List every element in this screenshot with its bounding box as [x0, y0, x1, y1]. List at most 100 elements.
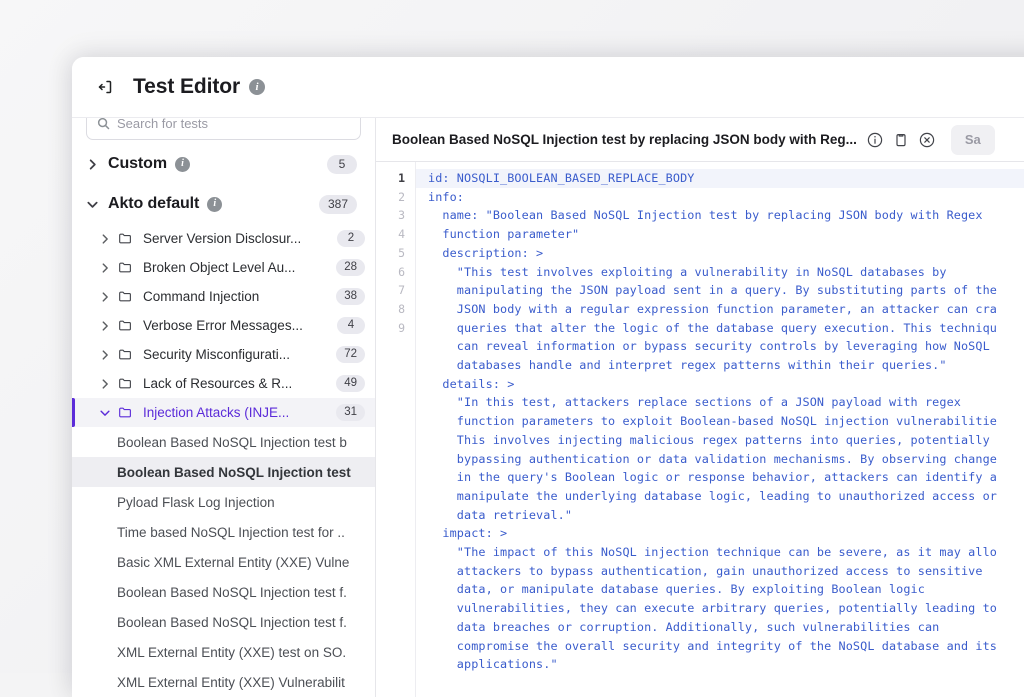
folder-icon: [118, 376, 134, 392]
sidebar-folder-label: Security Misconfigurati...: [143, 347, 290, 362]
code-line: data, or manipulate database queries. By…: [416, 580, 1024, 599]
sidebar-folder-count: 2: [337, 230, 365, 247]
exit-icon[interactable]: [94, 76, 116, 98]
code-line: id: NOSQLI_BOOLEAN_BASED_REPLACE_BODY: [416, 169, 1024, 188]
close-circle-icon[interactable]: [919, 131, 936, 148]
info-icon[interactable]: i: [175, 157, 190, 172]
sidebar-folder-count: 31: [336, 404, 365, 421]
sidebar-test-row[interactable]: Boolean Based NoSQL Injection test b: [72, 427, 375, 457]
save-button[interactable]: Sa: [951, 125, 995, 155]
line-number: 9: [376, 319, 405, 338]
folder-icon: [118, 231, 134, 247]
sidebar-folder-count: 49: [336, 375, 365, 392]
chevron-right-icon: [84, 156, 100, 172]
info-icon[interactable]: i: [207, 197, 222, 212]
code-line: function parameter": [416, 225, 1024, 244]
editor-line-numbers: 123456789: [376, 162, 416, 697]
sidebar-test-label: XML External Entity (XXE) test on SO.: [117, 645, 346, 660]
chevron-right-icon: [98, 319, 112, 333]
line-number: 2: [376, 188, 405, 207]
line-number: 5: [376, 244, 405, 263]
sidebar-folder-label: Command Injection: [143, 289, 259, 304]
sidebar-folder-label: Verbose Error Messages...: [143, 318, 303, 333]
sidebar-group-count: 5: [327, 155, 357, 174]
sidebar-group-custom[interactable]: Custom i 5: [72, 144, 375, 184]
code-line: info:: [416, 188, 1024, 207]
sidebar-folder-label: Server Version Disclosur...: [143, 231, 301, 246]
sidebar-test-row[interactable]: XML External Entity (XXE) Vulnerabilit: [72, 667, 375, 697]
code-line: impact: >: [416, 524, 1024, 543]
search-input[interactable]: Search for tests: [86, 118, 361, 140]
chevron-right-icon: [98, 290, 112, 304]
code-line: compromise the overall security and inte…: [416, 637, 1024, 656]
line-number: 3: [376, 206, 405, 225]
code-line: queries that alter the logic of the data…: [416, 319, 1024, 338]
search-icon: [97, 118, 110, 130]
sidebar-test-row[interactable]: Time based NoSQL Injection test for ..: [72, 517, 375, 547]
line-number: 8: [376, 300, 405, 319]
sidebar-test-label: Boolean Based NoSQL Injection test: [117, 465, 351, 480]
sidebar-folder-row[interactable]: Command Injection38: [72, 282, 375, 311]
sidebar-group-label: Akto default: [108, 195, 199, 213]
line-number: 1: [376, 169, 405, 188]
code-line: vulnerabilities, they can execute arbitr…: [416, 599, 1024, 618]
sidebar-folder-row[interactable]: Verbose Error Messages...4: [72, 311, 375, 340]
sidebar-test-row[interactable]: XML External Entity (XXE) test on SO.: [72, 637, 375, 667]
code-line: details: >: [416, 375, 1024, 394]
editor-code-content[interactable]: id: NOSQLI_BOOLEAN_BASED_REPLACE_BODYinf…: [416, 162, 1024, 697]
editor-header: Boolean Based NoSQL Injection test by re…: [376, 118, 1024, 162]
code-line: in the query's Boolean logic or response…: [416, 468, 1024, 487]
sidebar-test-list: Boolean Based NoSQL Injection test b Bool…: [72, 427, 375, 697]
folder-icon: [118, 318, 134, 334]
line-number: 4: [376, 225, 405, 244]
test-editor-modal: Test Editor i Search for tests: [72, 57, 1024, 697]
modal-titlebar: Test Editor i: [72, 57, 1024, 118]
sidebar-scroll-region[interactable]: Search for tests Custom i 5: [72, 118, 375, 697]
tests-sidebar: Search for tests Custom i 5: [72, 118, 376, 697]
code-line: can reveal information or bypass securit…: [416, 337, 1024, 356]
sidebar-folder-count: 72: [336, 346, 365, 363]
sidebar-test-label: Basic XML External Entity (XXE) Vulne: [117, 555, 349, 570]
title-info-icon[interactable]: i: [249, 79, 265, 95]
folder-icon: [118, 347, 134, 363]
code-line: This involves injecting malicious regex …: [416, 431, 1024, 450]
code-line: data breaches or corruption. Additionall…: [416, 618, 1024, 637]
code-line: attackers to bypass authentication, gain…: [416, 562, 1024, 581]
editor-title: Boolean Based NoSQL Injection test by re…: [392, 132, 857, 147]
code-line: "In this test, attackers replace section…: [416, 393, 1024, 412]
sidebar-test-row[interactable]: Boolean Based NoSQL Injection test f.: [72, 607, 375, 637]
sidebar-group-label: Custom: [108, 155, 167, 173]
copy-icon[interactable]: [893, 131, 910, 148]
code-line: manipulate the underlying database logic…: [416, 487, 1024, 506]
sidebar-folder-row[interactable]: Injection Attacks (INJE...31: [72, 398, 375, 427]
chevron-down-icon: [98, 406, 112, 420]
line-number: 7: [376, 281, 405, 300]
chevron-right-icon: [98, 348, 112, 362]
sidebar-test-label: XML External Entity (XXE) Vulnerabilit: [117, 675, 345, 690]
sidebar-group-count: 387: [319, 195, 357, 214]
sidebar-test-row[interactable]: Basic XML External Entity (XXE) Vulne: [72, 547, 375, 577]
code-line: manipulating the JSON payload sent in a …: [416, 281, 1024, 300]
sidebar-folder-row[interactable]: Broken Object Level Au...28: [72, 253, 375, 282]
search-placeholder: Search for tests: [117, 118, 208, 131]
sidebar-test-label: Time based NoSQL Injection test for ..: [117, 525, 345, 540]
page-title: Test Editor: [133, 75, 240, 99]
sidebar-test-label: Boolean Based NoSQL Injection test f.: [117, 615, 347, 630]
sidebar-folder-row[interactable]: Server Version Disclosur... 2: [72, 224, 375, 253]
code-line: function parameters to exploit Boolean-b…: [416, 412, 1024, 431]
code-line: description: >: [416, 244, 1024, 263]
sidebar-test-label: Boolean Based NoSQL Injection test b: [117, 435, 347, 450]
sidebar-test-row[interactable]: Pyload Flask Log Injection: [72, 487, 375, 517]
code-editor[interactable]: 123456789 id: NOSQLI_BOOLEAN_BASED_REPLA…: [376, 162, 1024, 697]
sidebar-folder-label: Lack of Resources & R...: [143, 376, 292, 391]
sidebar-test-row[interactable]: Boolean Based NoSQL Injection test: [72, 457, 375, 487]
sidebar-test-row[interactable]: Boolean Based NoSQL Injection test f.: [72, 577, 375, 607]
sidebar-group-akto-default[interactable]: Akto default i 387: [72, 184, 375, 224]
info-icon[interactable]: [867, 131, 884, 148]
sidebar-folder-row[interactable]: Lack of Resources & R... 49: [72, 369, 375, 398]
chevron-right-icon: [98, 377, 112, 391]
sidebar-test-label: Pyload Flask Log Injection: [117, 495, 275, 510]
editor-pane: Boolean Based NoSQL Injection test by re…: [376, 118, 1024, 697]
sidebar-folder-row[interactable]: Security Misconfigurati... 72: [72, 340, 375, 369]
sidebar-folder-list: Server Version Disclosur... 2 Broken Objec…: [72, 224, 375, 427]
